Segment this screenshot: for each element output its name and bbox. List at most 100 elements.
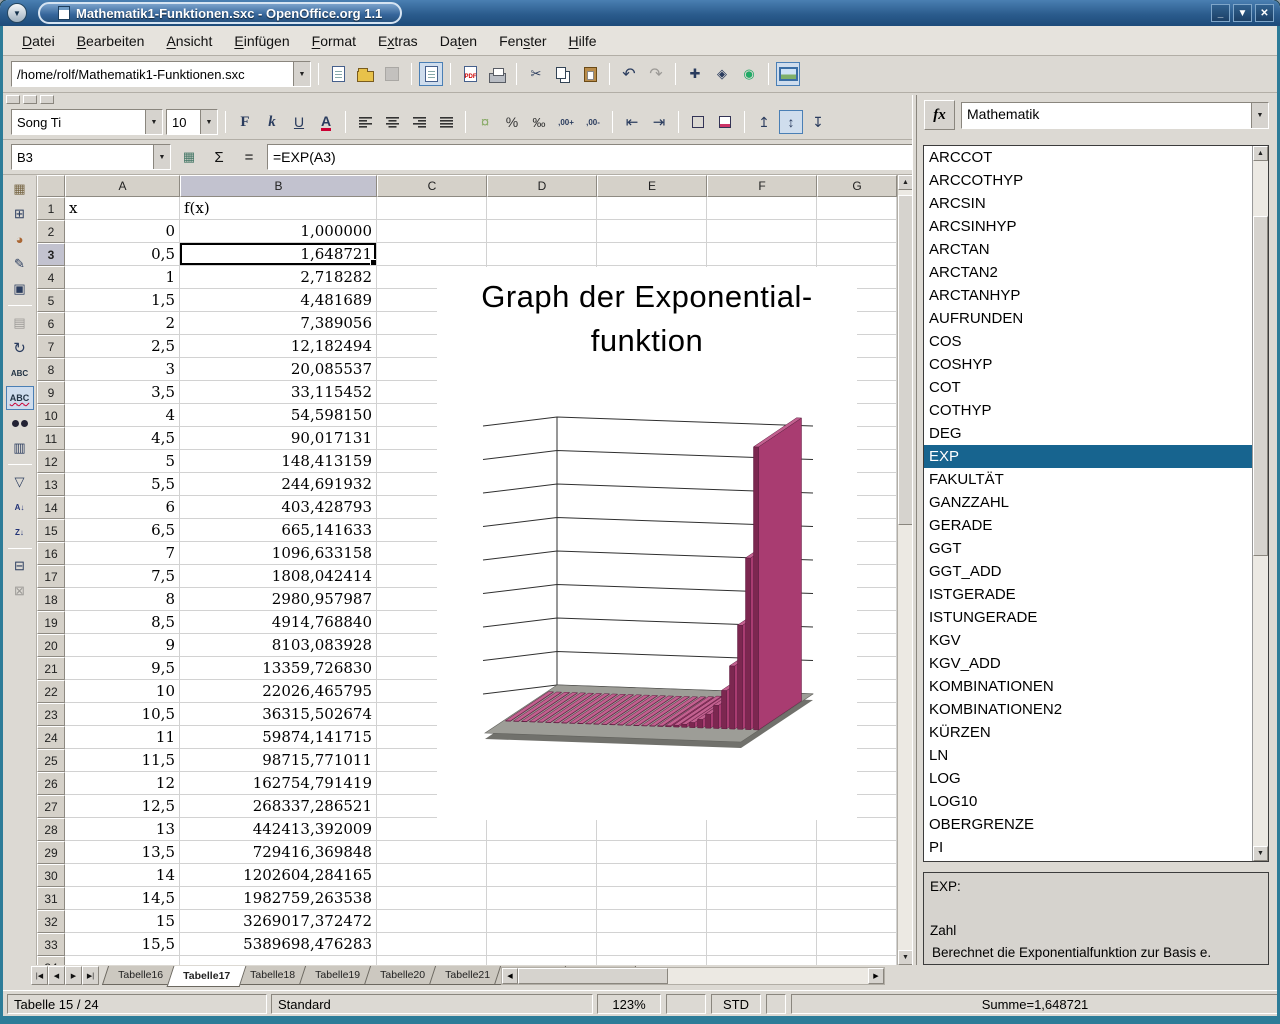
cell-E28[interactable] xyxy=(597,818,707,841)
category-dropdown-button[interactable]: ▼ xyxy=(1251,103,1268,128)
italic-button[interactable]: k xyxy=(260,110,284,134)
cell-G33[interactable] xyxy=(817,933,897,956)
function-category-combo[interactable]: Mathematik ▼ xyxy=(961,102,1269,129)
select-all-corner[interactable] xyxy=(37,175,65,197)
update-button[interactable]: ↻ xyxy=(6,336,34,360)
cell-A9[interactable]: 3,5 xyxy=(65,381,180,404)
next-sheet-button[interactable]: ▶ xyxy=(65,966,82,985)
print-button[interactable] xyxy=(485,62,509,86)
cell-A2[interactable]: 0 xyxy=(65,220,180,243)
cell-A17[interactable]: 7,5 xyxy=(65,565,180,588)
draw-functions-button[interactable]: ✎ xyxy=(6,252,34,276)
new-document-button[interactable] xyxy=(326,62,350,86)
open-button[interactable] xyxy=(353,62,377,86)
cell-E30[interactable] xyxy=(597,864,707,887)
function-item-COT[interactable]: COT xyxy=(924,376,1268,399)
function-item-ARCCOT[interactable]: ARCCOT xyxy=(924,146,1268,169)
cell-C2[interactable] xyxy=(377,220,487,243)
undo-button[interactable]: ↶ xyxy=(617,62,641,86)
function-item-GGT[interactable]: GGT xyxy=(924,537,1268,560)
cell-A22[interactable]: 10 xyxy=(65,680,180,703)
cell-G1[interactable] xyxy=(817,197,897,220)
cell-A13[interactable]: 5,5 xyxy=(65,473,180,496)
row-header-16[interactable]: 16 xyxy=(37,542,65,565)
row-header-22[interactable]: 22 xyxy=(37,680,65,703)
row-header-18[interactable]: 18 xyxy=(37,588,65,611)
cell-E32[interactable] xyxy=(597,910,707,933)
cell-C31[interactable] xyxy=(377,887,487,910)
data-sources-button[interactable]: ▥ xyxy=(6,436,34,460)
function-item-KÜRZEN[interactable]: KÜRZEN xyxy=(924,721,1268,744)
row-header-11[interactable]: 11 xyxy=(37,427,65,450)
cell-A3[interactable]: 0,5 xyxy=(65,243,180,266)
list-scroll-thumb[interactable] xyxy=(1253,216,1268,556)
cell-F1[interactable] xyxy=(707,197,817,220)
row-header-6[interactable]: 6 xyxy=(37,312,65,335)
cell-A21[interactable]: 9,5 xyxy=(65,657,180,680)
embedded-chart[interactable]: Graph der Exponential- funktion xyxy=(437,267,857,820)
maximize-button[interactable]: ▼ xyxy=(1233,4,1252,22)
cell-E3[interactable] xyxy=(597,243,707,266)
cell-B29[interactable]: 729416,369848 xyxy=(180,841,377,864)
add-decimal-button[interactable]: ,00+ xyxy=(554,110,578,134)
cell-A32[interactable]: 15 xyxy=(65,910,180,933)
save-button[interactable] xyxy=(380,62,404,86)
function-item-KOMBINATIONEN[interactable]: KOMBINATIONEN xyxy=(924,675,1268,698)
cell-G30[interactable] xyxy=(817,864,897,887)
cell-F31[interactable] xyxy=(707,887,817,910)
function-item-KGV_ADD[interactable]: KGV_ADD xyxy=(924,652,1268,675)
cell-C1[interactable] xyxy=(377,197,487,220)
insert-object-button[interactable]: ▦ xyxy=(6,177,34,201)
autospellcheck-button[interactable]: ABC xyxy=(6,386,34,410)
font-size-dropdown[interactable]: ▼ xyxy=(200,110,217,134)
row-header-25[interactable]: 25 xyxy=(37,749,65,772)
cell-D31[interactable] xyxy=(487,887,597,910)
cell-A23[interactable]: 10,5 xyxy=(65,703,180,726)
cell-A10[interactable]: 4 xyxy=(65,404,180,427)
cell-B9[interactable]: 33,115452 xyxy=(180,381,377,404)
vertical-scroll-thumb[interactable] xyxy=(898,195,913,525)
cell-A4[interactable]: 1 xyxy=(65,266,180,289)
cell-B23[interactable]: 36315,502674 xyxy=(180,703,377,726)
cell-A5[interactable]: 1,5 xyxy=(65,289,180,312)
function-item-FAKULTÄT[interactable]: FAKULTÄT xyxy=(924,468,1268,491)
cell-F2[interactable] xyxy=(707,220,817,243)
cell-B10[interactable]: 54,598150 xyxy=(180,404,377,427)
list-scroll-up-button[interactable]: ▲ xyxy=(1253,146,1268,161)
cell-A14[interactable]: 6 xyxy=(65,496,180,519)
cell-B33[interactable]: 5389698,476283 xyxy=(180,933,377,956)
menu-datei[interactable]: Datei xyxy=(11,28,66,54)
horizontal-scroll-thumb[interactable] xyxy=(518,968,668,984)
column-header-G[interactable]: G xyxy=(817,175,897,197)
cell-A20[interactable]: 9 xyxy=(65,634,180,657)
cell-C30[interactable] xyxy=(377,864,487,887)
cell-B8[interactable]: 20,085537 xyxy=(180,358,377,381)
font-color-button[interactable]: A xyxy=(314,110,338,134)
scroll-right-button[interactable]: ▶ xyxy=(868,968,884,984)
cell-A26[interactable]: 12 xyxy=(65,772,180,795)
row-header-20[interactable]: 20 xyxy=(37,634,65,657)
function-item-LN[interactable]: LN xyxy=(924,744,1268,767)
row-header-8[interactable]: 8 xyxy=(37,358,65,381)
cell-C28[interactable] xyxy=(377,818,487,841)
number-format-standard-button[interactable]: ‰ xyxy=(527,110,551,134)
cell-B15[interactable]: 665,141633 xyxy=(180,519,377,542)
menu-bearbeiten[interactable]: Bearbeiten xyxy=(66,28,156,54)
cell-B7[interactable]: 12,182494 xyxy=(180,335,377,358)
menu-extras[interactable]: Extras xyxy=(367,28,429,54)
cell-A8[interactable]: 3 xyxy=(65,358,180,381)
form-functions-button[interactable]: ▣ xyxy=(6,277,34,301)
function-equals-button[interactable]: = xyxy=(237,145,261,169)
function-item-ISTUNGERADE[interactable]: ISTUNGERADE xyxy=(924,606,1268,629)
sum-button[interactable]: Σ xyxy=(207,145,231,169)
spellcheck-button[interactable]: ABC xyxy=(6,361,34,385)
row-header-2[interactable]: 2 xyxy=(37,220,65,243)
menu-fenster[interactable]: Fenster xyxy=(488,28,557,54)
function-item-PI[interactable]: PI xyxy=(924,836,1268,859)
function-item-GERADE[interactable]: GERADE xyxy=(924,514,1268,537)
cell-B19[interactable]: 4914,768840 xyxy=(180,611,377,634)
gallery-button[interactable] xyxy=(776,62,800,86)
cell-F33[interactable] xyxy=(707,933,817,956)
cell-G28[interactable] xyxy=(817,818,897,841)
navigator-button[interactable]: ✚ xyxy=(683,62,707,86)
